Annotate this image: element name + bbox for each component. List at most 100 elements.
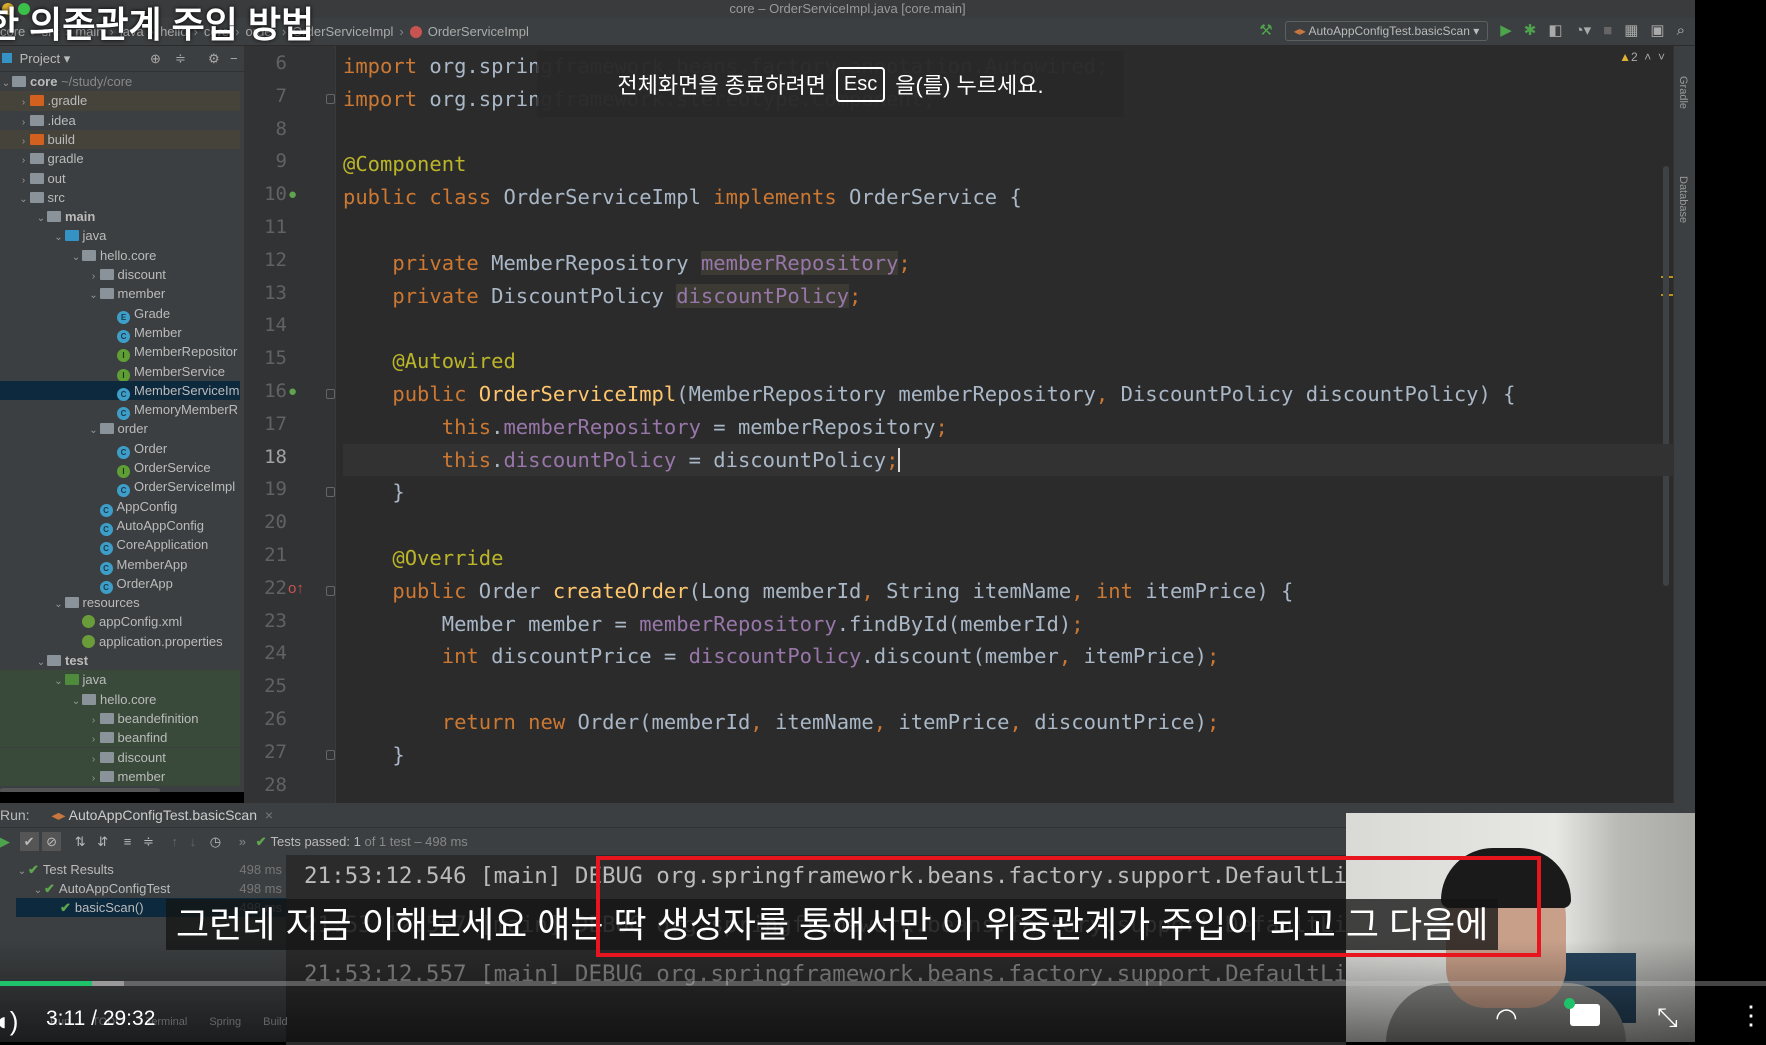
fold-marker-icon[interactable]: [326, 93, 335, 104]
tree-scrollbar[interactable]: [0, 788, 160, 792]
toggle-window-icon[interactable]: ▣: [1650, 21, 1664, 41]
tree-item[interactable]: I MemberRepositor: [0, 342, 240, 363]
debug-icon[interactable]: ✱: [1524, 21, 1537, 41]
tool-tab[interactable]: Build: [263, 1016, 287, 1028]
profile-icon[interactable]: ◔▾: [1575, 21, 1592, 41]
history-icon[interactable]: ◷: [210, 834, 221, 849]
tree-item[interactable]: C OrderServiceImpl: [0, 477, 240, 498]
coverage-icon[interactable]: ◧: [1548, 21, 1562, 41]
chevron-right-icon[interactable]: ›: [88, 711, 100, 730]
tree-item[interactable]: C MemberServiceIm: [0, 380, 240, 401]
fold-marker-icon[interactable]: [326, 389, 335, 399]
collapse-all-icon[interactable]: ≑: [175, 46, 186, 71]
chevron-right-icon[interactable]: ›: [88, 267, 100, 286]
prev-icon[interactable]: ↑: [172, 834, 179, 849]
chevron-right-icon[interactable]: ›: [18, 93, 30, 112]
tree-item[interactable]: ⌄ java: [0, 670, 240, 691]
database-tool-tab[interactable]: Database: [1677, 176, 1689, 223]
chevron-right-icon[interactable]: ›: [18, 151, 30, 170]
show-ignored-icon[interactable]: ⊘: [42, 832, 62, 851]
tree-item[interactable]: ⌄ member: [0, 284, 240, 303]
tree-item[interactable]: ⌄ hello.core: [0, 689, 240, 711]
tree-item[interactable]: › .gradle: [0, 91, 240, 112]
build-hammer-icon[interactable]: ⚒: [1259, 21, 1272, 41]
run-tab[interactable]: AutoAppConfigTest.basicScan: [69, 807, 257, 823]
tree-item[interactable]: ⌄ resources: [0, 593, 240, 612]
tree-item[interactable]: E Grade: [0, 304, 240, 324]
close-tab-icon[interactable]: ×: [265, 807, 273, 823]
run-icon[interactable]: ▶: [1500, 21, 1512, 41]
tree-item[interactable]: appConfig.xml: [0, 612, 240, 631]
chevron-down-icon[interactable]: ⌄: [0, 74, 12, 93]
chevron-down-icon[interactable]: ⌄: [88, 286, 100, 305]
tree-item[interactable]: C CoreApplication: [0, 535, 240, 556]
sort-duration-icon[interactable]: ⇵: [97, 834, 108, 849]
chevron-down-icon[interactable]: ⌄: [53, 672, 65, 691]
chevron-right-icon[interactable]: ›: [18, 171, 30, 190]
tree-item[interactable]: › discount: [0, 265, 240, 284]
chevron-down-icon[interactable]: ⌄: [35, 653, 47, 672]
tree-item[interactable]: › beanfind: [0, 728, 240, 749]
rerun-icon[interactable]: ▶: [0, 834, 10, 849]
show-passed-icon[interactable]: ✔: [19, 832, 39, 851]
tree-item[interactable]: C MemoryMemberR: [0, 400, 240, 421]
tree-item[interactable]: › out: [0, 169, 240, 188]
more-options-icon[interactable]: ⋮: [1738, 1000, 1764, 1031]
tree-item[interactable]: C Member: [0, 323, 240, 343]
tree-item[interactable]: › discount: [0, 747, 240, 769]
spring-bean-icon[interactable]: ●: [288, 383, 297, 400]
chevron-down-icon[interactable]: ⌄: [70, 692, 82, 711]
tree-item[interactable]: C MemberApp: [0, 555, 240, 575]
tree-item[interactable]: ⌄ order: [0, 419, 240, 438]
tree-item[interactable]: ⌄ core ~/study/core: [0, 72, 240, 91]
chevron-right-icon[interactable]: ›: [88, 730, 100, 749]
chevron-down-icon[interactable]: ⌄: [88, 421, 100, 440]
project-structure-icon[interactable]: ▦: [1624, 21, 1638, 41]
chevron-down-icon[interactable]: ⌄: [18, 190, 30, 209]
chevron-right-icon[interactable]: ›: [18, 113, 30, 132]
expand-all-icon[interactable]: ≡: [124, 834, 132, 849]
override-icon[interactable]: o↑: [288, 580, 304, 597]
code-editor[interactable]: ▲2 ˄ ˅ import org.springframework.beans.…: [336, 46, 1673, 803]
fold-marker-icon[interactable]: [326, 749, 335, 760]
gear-icon[interactable]: ⚙: [208, 46, 220, 71]
collapse-all-tests-icon[interactable]: ≑: [143, 834, 154, 849]
exit-fullscreen-icon[interactable]: ⤡: [1657, 1002, 1678, 1034]
tree-item[interactable]: ⌄ hello.core: [0, 246, 240, 265]
fold-marker-icon[interactable]: [326, 585, 335, 596]
locate-icon[interactable]: ⊕: [150, 46, 161, 71]
volume-icon[interactable]: ◖): [0, 1006, 18, 1037]
breadcrumb-method[interactable]: OrderServiceImpl: [409, 24, 535, 39]
gradle-tool-tab[interactable]: Gradle: [1677, 76, 1689, 109]
tree-item[interactable]: C OrderApp: [0, 574, 240, 594]
tree-item[interactable]: ⌄ src: [0, 188, 240, 207]
next-icon[interactable]: ↓: [190, 834, 197, 849]
tree-item[interactable]: C Order: [0, 439, 240, 459]
tree-item[interactable]: ⌄ main: [0, 207, 240, 226]
tree-item[interactable]: › gradle: [0, 149, 240, 168]
project-panel-title[interactable]: Project: [20, 51, 60, 66]
tree-item[interactable]: I MemberService: [0, 362, 240, 382]
fold-marker-icon[interactable]: [326, 487, 335, 498]
test-result-row[interactable]: ⌄ ✔ Test Results 498 ms: [16, 860, 286, 879]
chevron-right-icon[interactable]: ›: [88, 750, 100, 769]
playback-speed-icon[interactable]: ◠: [1495, 1002, 1518, 1033]
chevron-down-icon[interactable]: ⌄: [35, 209, 47, 228]
tree-item[interactable]: ⌄ test: [0, 651, 240, 670]
search-icon[interactable]: ⌕: [1677, 21, 1685, 41]
chevron-down-icon[interactable]: ⌄: [53, 595, 65, 614]
test-result-row[interactable]: ⌄ ✔ AutoAppConfigTest 498 ms: [16, 879, 286, 898]
tree-item[interactable]: C AutoAppConfig: [0, 516, 240, 536]
tool-tab[interactable]: Spring: [209, 1016, 241, 1028]
tree-item[interactable]: I OrderService: [0, 458, 240, 478]
run-configuration-dropdown[interactable]: ◂▸ AutoAppConfigTest.basicScan ▾: [1284, 21, 1489, 41]
chevron-right-icon[interactable]: ›: [18, 132, 30, 151]
tree-item[interactable]: C AppConfig: [0, 497, 240, 517]
chevron-right-icon[interactable]: ›: [88, 769, 100, 788]
tree-item[interactable]: application.properties: [0, 632, 240, 651]
captions-icon[interactable]: [1564, 998, 1600, 1026]
hide-icon[interactable]: −: [230, 46, 238, 71]
spring-bean-icon[interactable]: ●: [288, 186, 297, 203]
tree-item[interactable]: › member: [0, 766, 240, 788]
stop-icon[interactable]: ■: [1603, 21, 1612, 41]
